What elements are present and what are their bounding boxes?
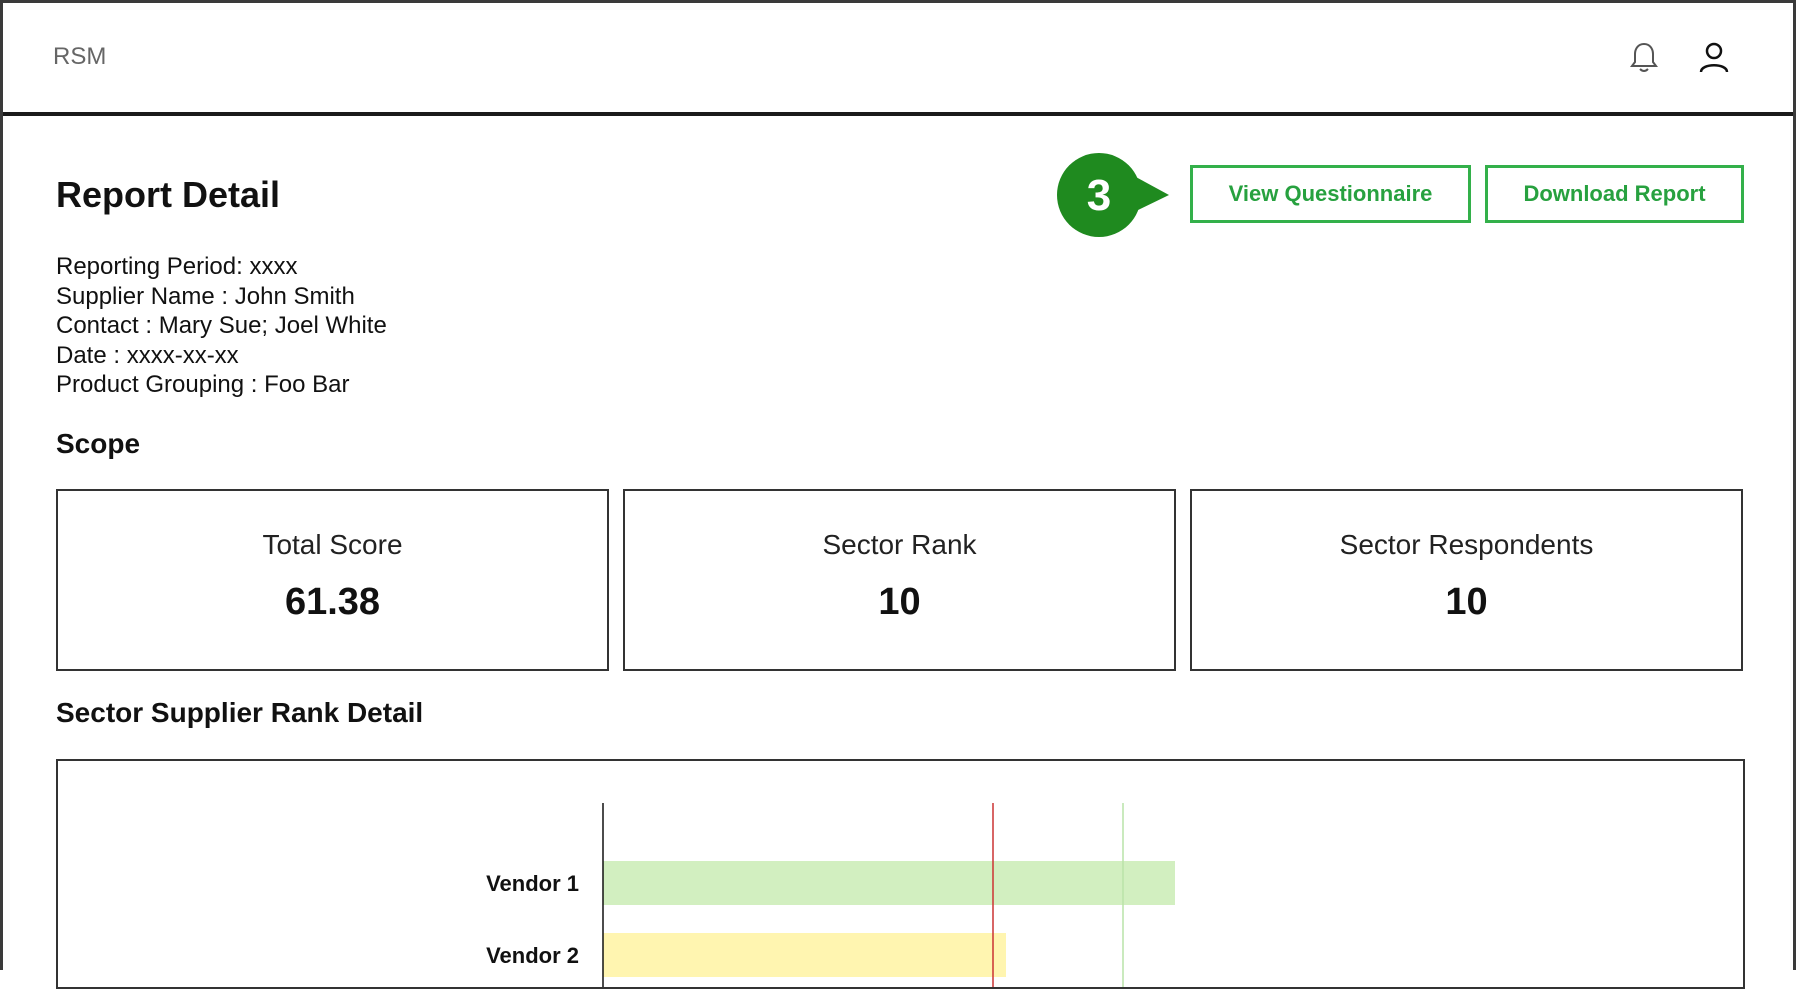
bell-icon[interactable] <box>1629 41 1659 75</box>
view-questionnaire-button[interactable]: View Questionnaire <box>1190 165 1471 223</box>
card-label: Total Score <box>262 529 403 560</box>
rank-detail-heading: Sector Supplier Rank Detail <box>56 697 424 728</box>
card-value: 61.38 <box>284 581 381 623</box>
report-meta: Reporting Period: xxxx Supplier Name : J… <box>56 252 387 400</box>
product-grouping: Product Grouping : Foo Bar <box>56 371 350 398</box>
bar-vendor-1 <box>603 861 1175 905</box>
user-icon[interactable] <box>1698 41 1730 75</box>
total-score-card: Total Score 61.38 <box>56 489 609 671</box>
sector-respondents-card: Sector Respondents 10 <box>1190 489 1743 671</box>
card-label: Sector Respondents <box>1339 529 1594 560</box>
supplier-name: Supplier Name : John Smith <box>56 282 355 310</box>
download-report-button[interactable]: Download Report <box>1485 165 1744 223</box>
reporting-period: Reporting Period: xxxx <box>56 253 298 280</box>
date: Date : xxxx-xx-xx <box>56 341 239 369</box>
category-label: Vendor 2 <box>486 943 579 968</box>
category-label: Vendor 1 <box>486 871 579 896</box>
sector-rank-card: Sector Rank 10 <box>623 489 1176 671</box>
top-bar: RSM <box>3 3 1793 116</box>
app-title: RSM <box>53 43 107 70</box>
card-value: 10 <box>1445 581 1488 623</box>
contact: Contact : Mary Sue; Joel White <box>56 312 387 339</box>
step-number: 3 <box>1087 171 1111 220</box>
step-callout: 3 <box>1056 152 1171 238</box>
page-title: Report Detail <box>56 174 281 215</box>
rank-chart-svg: Vendor 1 Vendor 2 <box>486 803 1175 987</box>
rank-chart: Vendor 1 Vendor 2 <box>56 759 1745 989</box>
scope-heading: Scope <box>56 428 141 459</box>
card-label: Sector Rank <box>822 529 977 560</box>
bar-vendor-2 <box>603 933 1006 977</box>
card-value: 10 <box>878 581 921 623</box>
